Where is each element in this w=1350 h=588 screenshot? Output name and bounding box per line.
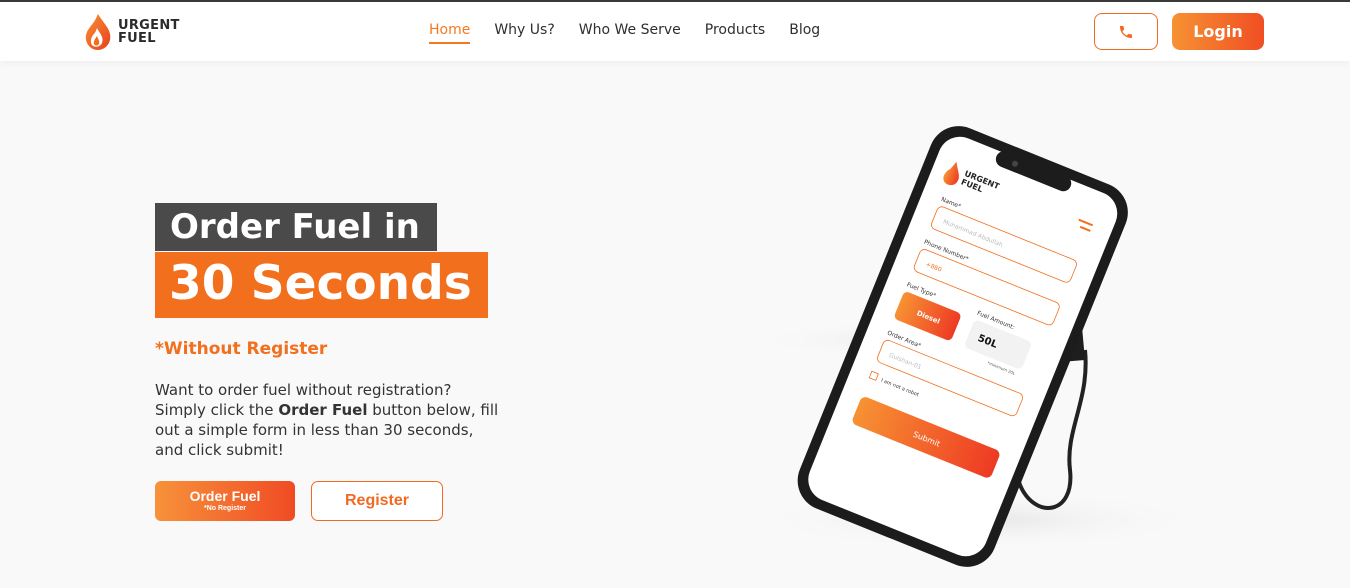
order-fuel-button[interactable]: Order Fuel *No Register xyxy=(155,481,295,521)
hero-subtitle: *Without Register xyxy=(155,339,328,359)
logo-line-2: FUEL xyxy=(118,31,156,46)
nav-who-we-serve[interactable]: Who We Serve xyxy=(579,22,681,44)
site-header: URGENT FUEL Home Why Us? Who We Serve Pr… xyxy=(0,2,1350,61)
main-nav: Home Why Us? Who We Serve Products Blog xyxy=(429,22,820,44)
order-fuel-label: Order Fuel xyxy=(189,488,261,504)
call-button[interactable] xyxy=(1094,13,1158,50)
login-button[interactable]: Login xyxy=(1172,13,1264,50)
phone-icon xyxy=(1120,25,1132,38)
nav-blog[interactable]: Blog xyxy=(789,22,820,44)
register-button[interactable]: Register xyxy=(311,481,443,521)
order-fuel-sublabel: *No Register xyxy=(203,505,246,512)
nav-why-us[interactable]: Why Us? xyxy=(494,22,554,44)
nav-products[interactable]: Products xyxy=(705,22,765,44)
nav-home[interactable]: Home xyxy=(429,22,471,44)
flame-logo-icon xyxy=(85,14,111,50)
hero-title-line-2: 30 Seconds xyxy=(155,252,488,318)
phone-mockup-illustration: URGENT FUEL Name* Muhammad Abdullah Phon… xyxy=(750,126,1210,567)
logo-text: URGENT FUEL xyxy=(118,19,180,45)
description-bold: Order Fuel xyxy=(278,401,368,419)
hero-title-line-1: Order Fuel in xyxy=(155,203,437,251)
hero-description: Want to order fuel without registration?… xyxy=(155,380,505,460)
logo[interactable]: URGENT FUEL xyxy=(84,12,180,52)
